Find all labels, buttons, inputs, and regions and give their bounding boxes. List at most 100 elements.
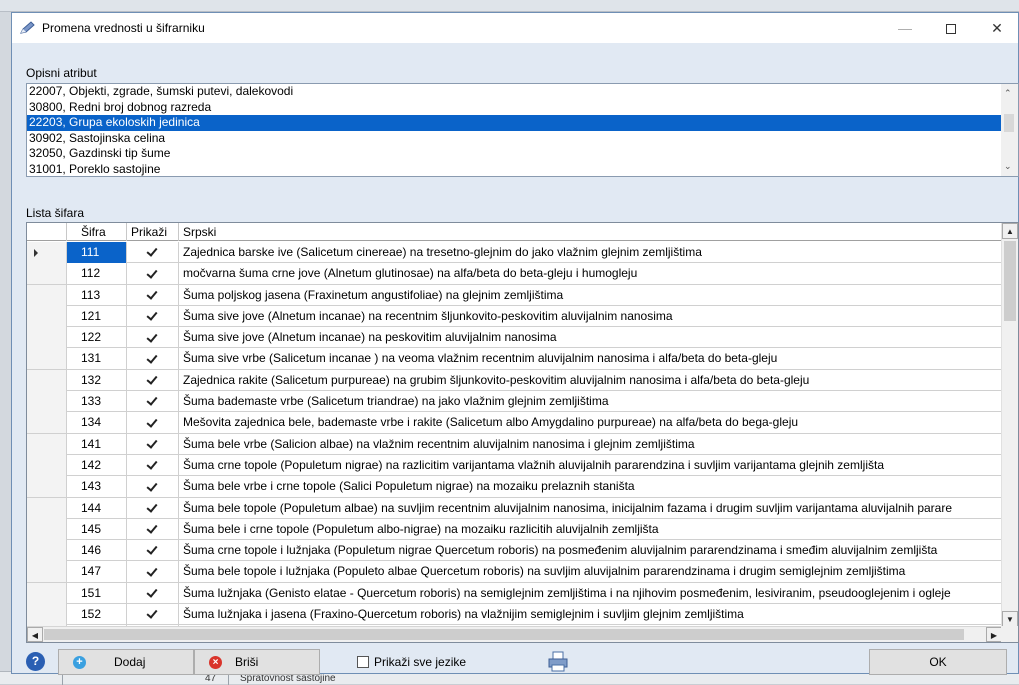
code-cell[interactable]: 131 bbox=[67, 348, 127, 370]
checkmark-icon[interactable] bbox=[147, 545, 158, 556]
attribute-list-item[interactable]: 32050, Gazdinski tip šume bbox=[27, 146, 1018, 162]
attribute-list-item[interactable]: 30902, Sastojinska celina bbox=[27, 131, 1018, 147]
code-cell[interactable]: 144 bbox=[67, 497, 127, 519]
scroll-down-icon[interactable]: ▼ bbox=[1002, 611, 1018, 627]
show-cell[interactable] bbox=[127, 391, 179, 413]
description-cell[interactable]: Šuma poljskog jasena (Fraxinetum angusti… bbox=[179, 285, 1002, 306]
checkmark-icon[interactable] bbox=[147, 418, 158, 429]
scroll-right-icon[interactable]: ▶ bbox=[986, 627, 1002, 642]
table-row[interactable]: 111 Zajednica barske ive (Salicetum ciner… bbox=[27, 242, 1002, 264]
description-cell[interactable]: Šuma sive jove (Alnetum incanae) na pesk… bbox=[179, 327, 1002, 348]
code-cell[interactable]: 142 bbox=[67, 454, 127, 476]
table-row[interactable]: 113 Šuma poljskog jasena (Fraxinetum angu… bbox=[27, 284, 1002, 306]
table-row[interactable]: 144 Šuma bele topole (Populetum albae) na… bbox=[27, 497, 1002, 519]
attribute-listbox[interactable]: 22007, Objekti, zgrade, šumski putevi, d… bbox=[26, 83, 1019, 177]
show-cell[interactable] bbox=[127, 242, 179, 263]
column-header-serbian[interactable]: Srpski bbox=[179, 223, 1002, 241]
row-selector[interactable] bbox=[27, 284, 67, 306]
title-bar[interactable]: Promena vrednosti u šifrarniku — ✕ bbox=[12, 13, 1018, 43]
code-cell[interactable]: 122 bbox=[67, 327, 127, 349]
code-list-grid[interactable]: Šifra Prikaži Srpski 111 Zajednica barske… bbox=[26, 222, 1019, 643]
checkmark-icon[interactable] bbox=[147, 333, 158, 344]
code-cell[interactable]: 112 bbox=[67, 263, 127, 285]
row-selector[interactable] bbox=[27, 454, 67, 476]
description-cell[interactable]: Šuma crne topole (Populetum nigrae) na r… bbox=[179, 455, 1002, 476]
row-selector[interactable] bbox=[27, 412, 67, 434]
code-cell[interactable]: 132 bbox=[67, 369, 127, 391]
attribute-list-item[interactable]: 30800, Redni broj dobnog razreda bbox=[27, 100, 1018, 116]
show-cell[interactable] bbox=[127, 540, 179, 562]
add-button[interactable]: + Dodaj bbox=[58, 649, 194, 675]
checkmark-icon[interactable] bbox=[147, 588, 158, 599]
description-cell[interactable]: Šuma bademaste vrbe (Salicetum triandrae… bbox=[179, 391, 1002, 412]
table-row[interactable]: 151 Šuma lužnjaka (Genisto elatae - Querc… bbox=[27, 582, 1002, 605]
show-cell[interactable] bbox=[127, 284, 179, 306]
show-all-languages-checkbox[interactable] bbox=[357, 656, 369, 668]
checkmark-icon[interactable] bbox=[147, 354, 158, 365]
code-cell[interactable]: 146 bbox=[67, 540, 127, 562]
code-cell[interactable]: 147 bbox=[67, 561, 127, 583]
maximize-button[interactable] bbox=[928, 13, 974, 43]
code-cell[interactable]: 134 bbox=[67, 412, 127, 434]
show-cell[interactable] bbox=[127, 412, 179, 434]
description-cell[interactable]: Šuma sive vrbe (Salicetum incanae ) na v… bbox=[179, 348, 1002, 369]
show-cell[interactable] bbox=[127, 305, 179, 327]
row-selector[interactable] bbox=[27, 497, 67, 519]
checkmark-icon[interactable] bbox=[147, 290, 158, 301]
description-cell[interactable]: Zajednica rakite (Salicetum purpureae) n… bbox=[179, 370, 1002, 391]
row-selector[interactable] bbox=[27, 242, 67, 263]
description-cell[interactable]: Šuma lužnjaka (Genisto elatae - Quercetu… bbox=[179, 583, 1002, 604]
table-row[interactable]: 142 Šuma crne topole (Populetum nigrae) n… bbox=[27, 454, 1002, 477]
table-row[interactable]: 134 Mešovita zajednica bele, bademaste vr… bbox=[27, 412, 1002, 434]
checkmark-icon[interactable] bbox=[147, 503, 158, 514]
minimize-button[interactable]: — bbox=[882, 13, 928, 43]
delete-button[interactable]: × Briši bbox=[194, 649, 320, 675]
table-row[interactable]: 112 močvarna šuma crne jove (Alnetum glut… bbox=[27, 263, 1002, 285]
show-cell[interactable] bbox=[127, 327, 179, 349]
checkmark-icon[interactable] bbox=[147, 567, 158, 578]
code-cell[interactable]: 152 bbox=[67, 604, 127, 626]
show-cell[interactable] bbox=[127, 454, 179, 476]
scroll-down-icon[interactable]: ⌄ bbox=[1004, 161, 1012, 172]
show-cell[interactable] bbox=[127, 369, 179, 391]
table-row[interactable]: 133 Šuma bademaste vrbe (Salicetum triand… bbox=[27, 391, 1002, 413]
row-selector[interactable] bbox=[27, 369, 67, 391]
description-cell[interactable]: močvarna šuma crne jove (Alnetum glutino… bbox=[179, 263, 1002, 284]
show-cell[interactable] bbox=[127, 561, 179, 583]
show-all-languages-label[interactable]: Prikaži sve jezike bbox=[374, 649, 466, 675]
row-selector[interactable] bbox=[27, 433, 67, 455]
table-row[interactable]: 131 Šuma sive vrbe (Salicetum incanae ) n… bbox=[27, 348, 1002, 370]
row-selector[interactable] bbox=[27, 263, 67, 285]
table-row[interactable]: 147 Šuma bele topole i lužnjaka (Populeto… bbox=[27, 561, 1002, 583]
table-row[interactable]: 132 Zajednica rakite (Salicetum purpureae… bbox=[27, 369, 1002, 392]
close-button[interactable]: ✕ bbox=[974, 13, 1019, 43]
grid-horizontal-scrollbar[interactable]: ◀ ▶ bbox=[27, 626, 1002, 642]
row-selector[interactable] bbox=[27, 540, 67, 562]
row-selector[interactable] bbox=[27, 476, 67, 498]
show-cell[interactable] bbox=[127, 582, 179, 604]
checkmark-icon[interactable] bbox=[147, 247, 158, 258]
scroll-thumb[interactable] bbox=[44, 629, 964, 640]
scroll-thumb[interactable] bbox=[1004, 114, 1014, 132]
attribute-list-scrollbar[interactable]: ⌃ ⌄ bbox=[1001, 84, 1018, 176]
description-cell[interactable]: Šuma bele i crne topole (Populetum albo-… bbox=[179, 519, 1002, 540]
print-icon[interactable] bbox=[548, 651, 568, 672]
attribute-list-item[interactable]: 31001, Poreklo sastojine bbox=[27, 162, 1018, 177]
row-selector[interactable] bbox=[27, 305, 67, 327]
checkmark-icon[interactable] bbox=[147, 311, 158, 322]
description-cell[interactable]: Šuma bele topole (Populetum albae) na su… bbox=[179, 498, 1002, 519]
show-cell[interactable] bbox=[127, 604, 179, 626]
code-cell[interactable]: 151 bbox=[67, 582, 127, 604]
show-cell[interactable] bbox=[127, 518, 179, 540]
checkmark-icon[interactable] bbox=[147, 375, 158, 386]
code-cell[interactable]: 143 bbox=[67, 476, 127, 498]
attribute-list-item[interactable]: 22007, Objekti, zgrade, šumski putevi, d… bbox=[27, 84, 1018, 100]
description-cell[interactable]: Šuma lužnjaka i jasena (Fraxino-Quercetu… bbox=[179, 604, 1002, 625]
checkmark-icon[interactable] bbox=[147, 269, 158, 280]
scroll-left-icon[interactable]: ◀ bbox=[27, 627, 43, 642]
table-row[interactable]: 143 Šuma bele vrbe i crne topole (Salici … bbox=[27, 476, 1002, 498]
column-header-code[interactable]: Šifra bbox=[67, 223, 127, 241]
code-cell[interactable]: 133 bbox=[67, 391, 127, 413]
grid-vertical-scrollbar[interactable]: ▲ ▼ bbox=[1001, 223, 1018, 627]
code-cell[interactable]: 141 bbox=[67, 433, 127, 455]
